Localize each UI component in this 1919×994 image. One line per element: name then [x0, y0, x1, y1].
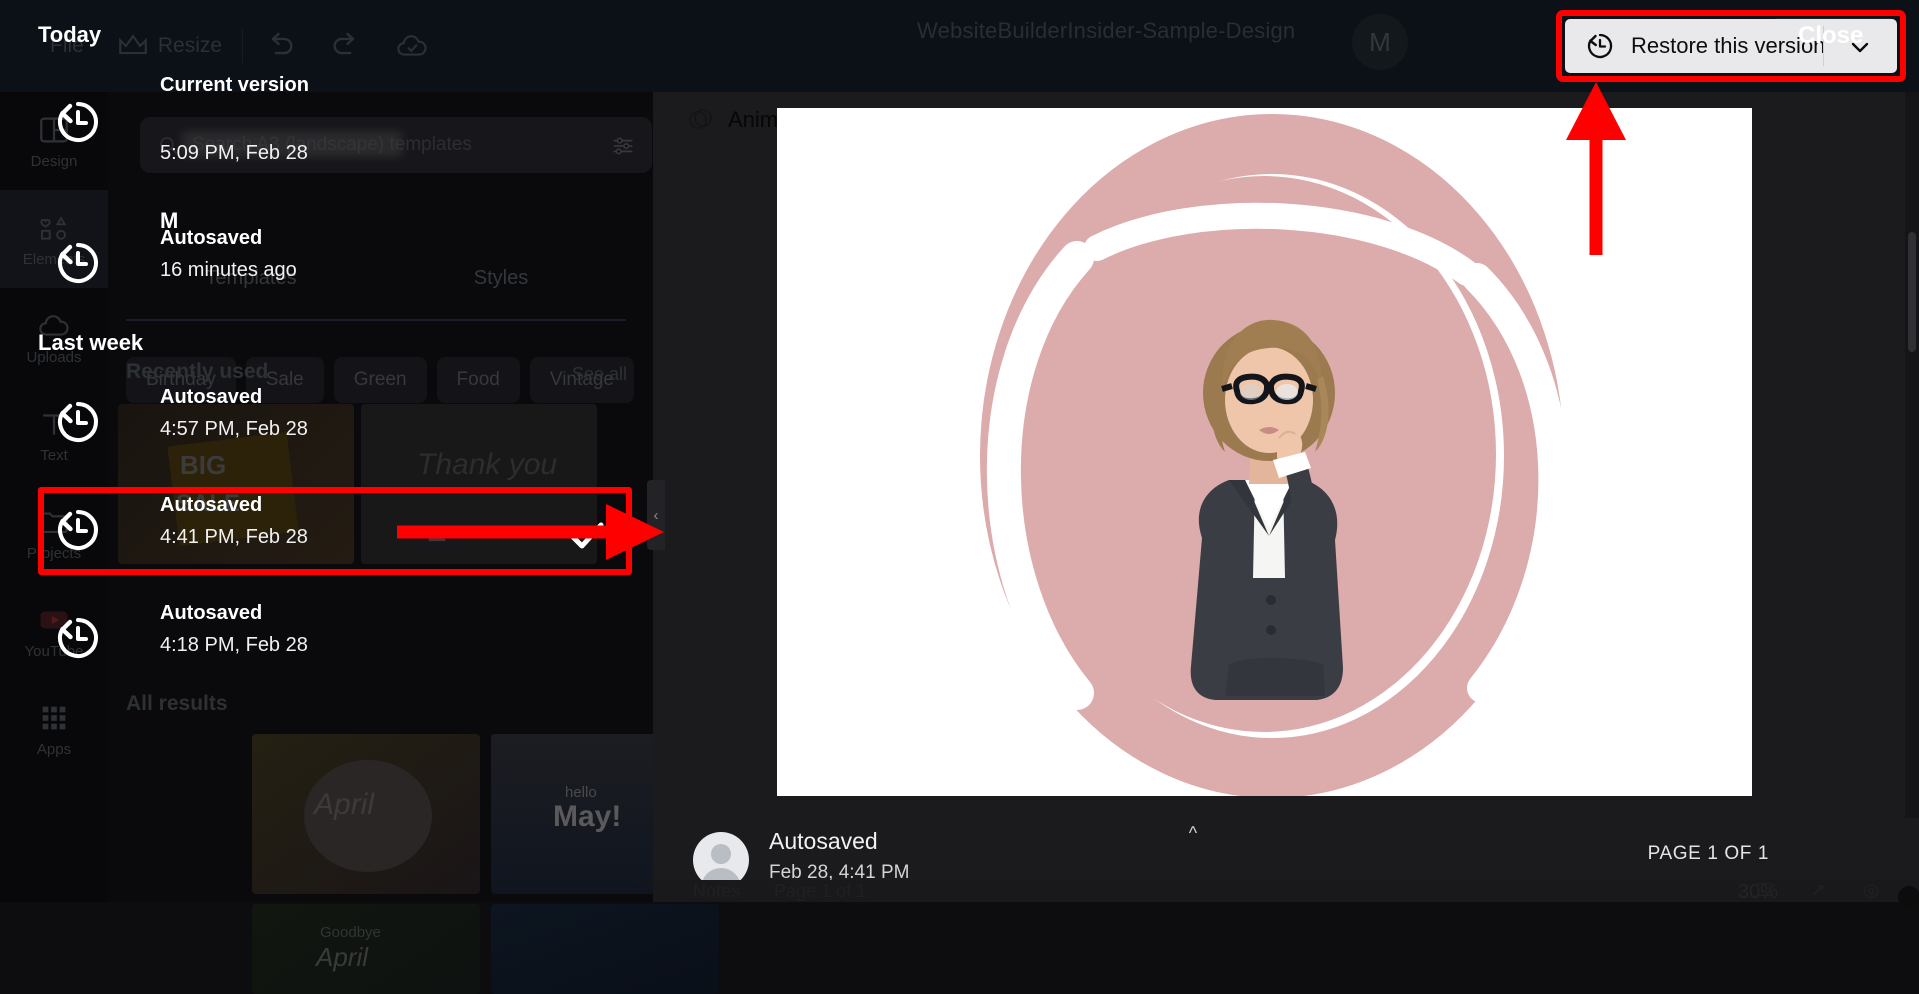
sliders-filter-icon[interactable] — [610, 133, 636, 159]
thumbnail-result-4[interactable] — [491, 904, 719, 994]
document-title: WebsiteBuilderInsider-Sample-Design — [917, 18, 1296, 43]
version-name-autosaved-418: Autosaved — [160, 602, 263, 624]
restore-clock-icon — [52, 612, 104, 664]
pages-label[interactable]: Page 1 of 1 — [774, 881, 866, 902]
user-avatar[interactable]: M — [1352, 14, 1408, 70]
restore-clock-icon — [52, 396, 104, 448]
restore-clock-icon — [52, 96, 104, 148]
highlight-box-selected-version — [38, 487, 632, 575]
app-root: File Resize WebsiteBuilderInsider-Sample… — [0, 0, 1919, 994]
design-canvas[interactable] — [777, 108, 1752, 796]
version-name-autosaved-16min: Autosaved — [160, 227, 263, 249]
version-row-autosaved-457[interactable]: Autosaved 4:57 PM, Feb 28 — [0, 380, 560, 468]
version-time-current: 5:09 PM, Feb 28 — [160, 142, 308, 164]
see-all-link[interactable]: See all — [572, 364, 627, 385]
version-row-current[interactable]: Current version 5:09 PM, Feb 28 M — [0, 74, 560, 233]
version-name-current: Current version — [160, 74, 309, 96]
status-left-group: Notes Page 1 of 1 — [693, 881, 866, 902]
version-row-autosaved-16min[interactable]: Autosaved 16 minutes ago — [0, 221, 560, 309]
version-row-autosaved-418[interactable]: Autosaved 4:18 PM, Feb 28 — [0, 596, 560, 684]
page-indicator: PAGE 1 OF 1 — [1647, 843, 1769, 864]
zoom-slider-knob[interactable] — [1898, 886, 1919, 908]
right-scrollbar-thumb[interactable] — [1908, 232, 1916, 352]
status-right-group: ☐ ↗ ◎ — [1756, 880, 1879, 901]
highlight-box-restore-button — [1556, 10, 1906, 82]
restore-clock-icon — [52, 237, 104, 289]
panel-collapse-handle[interactable]: ‹ — [647, 480, 665, 550]
right-scrollbar-track[interactable] — [1905, 92, 1919, 902]
avatar-initial: M — [1369, 26, 1391, 57]
chevron-up-icon[interactable]: ^ — [1083, 810, 1303, 844]
animate-circles-icon — [686, 105, 716, 135]
notes-label[interactable]: Notes — [693, 881, 740, 902]
version-group-last-week: Last week — [38, 330, 144, 355]
status-row: Notes Page 1 of 1 30% ☐ ↗ ◎ — [653, 880, 1919, 908]
version-name-autosaved-457: Autosaved — [160, 386, 263, 408]
version-time-autosaved-16min: 16 minutes ago — [160, 259, 297, 281]
preview-version-name: Autosaved — [769, 828, 878, 854]
avatar-head — [711, 844, 731, 864]
expand-arrow-icon[interactable]: ↗ — [1810, 880, 1825, 901]
thumbnail-result-3[interactable]: Goodbye April — [252, 904, 480, 994]
version-group-today: Today — [38, 22, 102, 47]
version-time-autosaved-457: 4:57 PM, Feb 28 — [160, 418, 308, 440]
canvas-artwork — [777, 108, 1752, 796]
help-circle-icon[interactable]: ◎ — [1863, 880, 1879, 901]
version-time-autosaved-418: 4:18 PM, Feb 28 — [160, 634, 308, 656]
duplicate-page-icon[interactable]: ☐ — [1756, 880, 1772, 901]
version-history-overlay: Today Current version 5:09 PM, Feb 28 M — [0, 0, 560, 902]
